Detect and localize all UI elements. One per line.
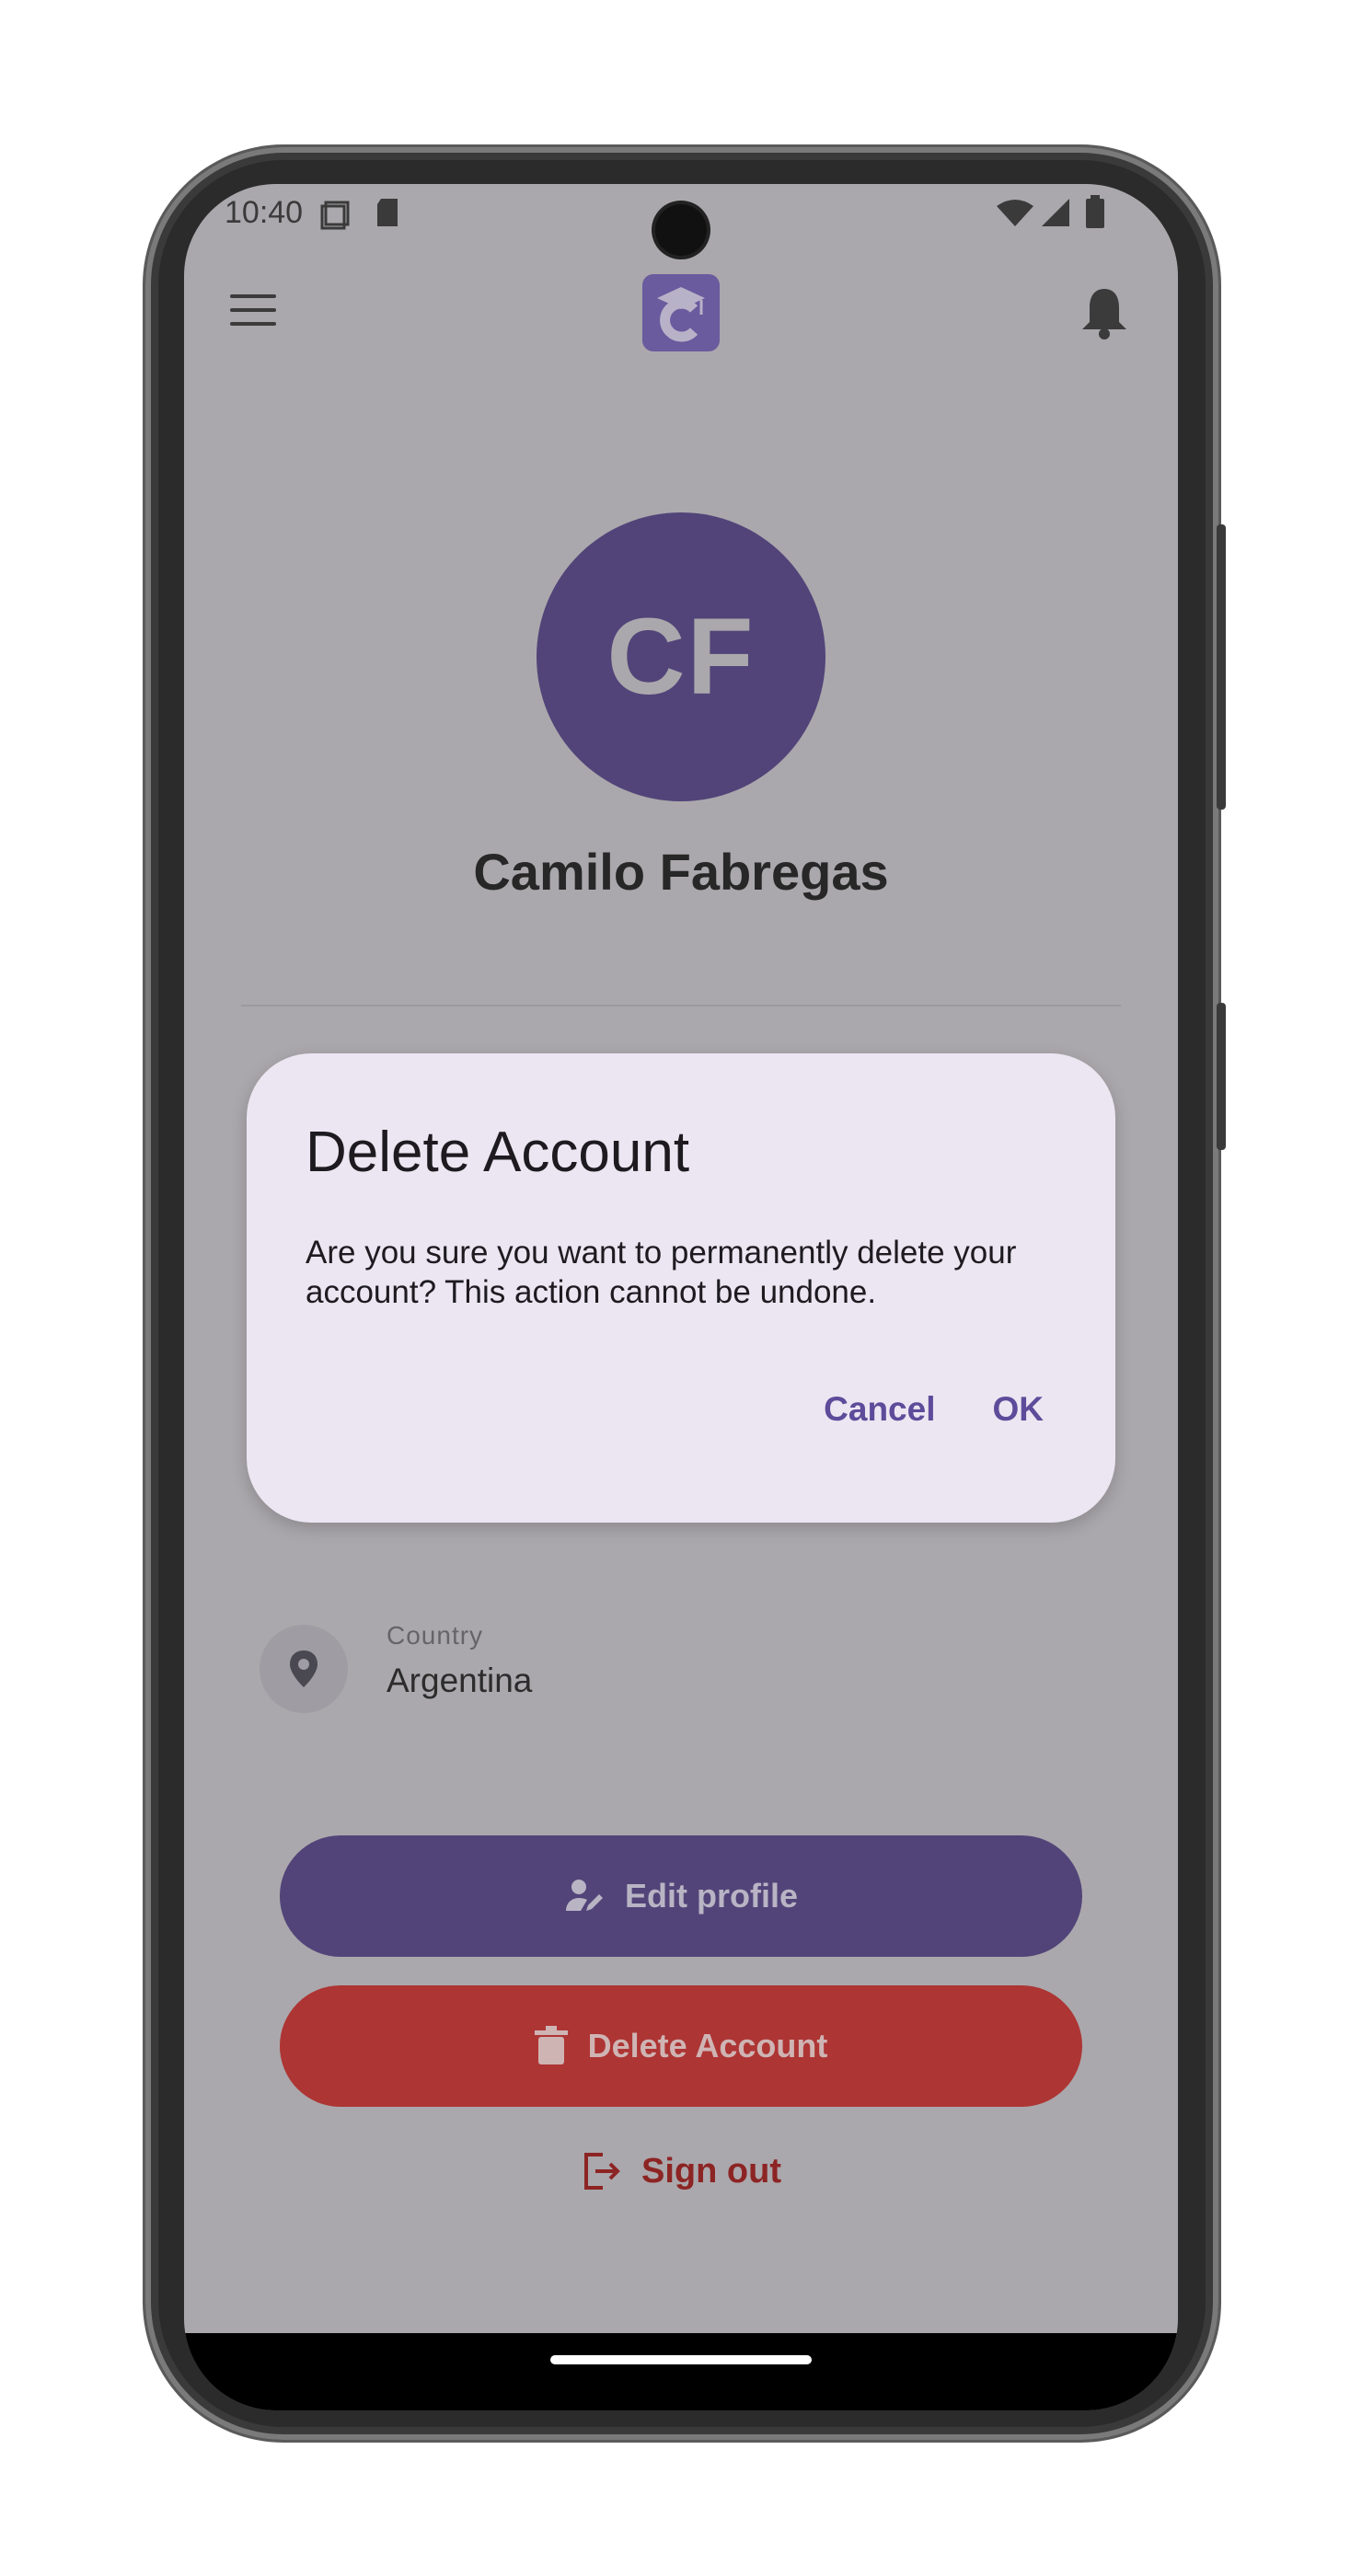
wifi-icon (997, 200, 1033, 226)
menu-icon[interactable] (230, 294, 276, 331)
info-label: Country (387, 1621, 484, 1650)
location-pin-icon (260, 1625, 348, 1713)
power-button (1217, 524, 1226, 810)
avatar: CF (537, 512, 825, 801)
cancel-button[interactable]: Cancel (824, 1390, 935, 1429)
divider (241, 1005, 1121, 1006)
delete-account-dialog: Delete Account Are you sure you want to … (247, 1053, 1115, 1523)
screenshot-icon (320, 201, 350, 230)
home-gesture-handle[interactable] (550, 2355, 812, 2364)
delete-account-label: Delete Account (587, 2027, 828, 2064)
navigation-bar (184, 2333, 1178, 2410)
edit-profile-button[interactable]: Edit profile (280, 1835, 1082, 1957)
edit-profile-label: Edit profile (625, 1877, 798, 1915)
battery-icon (1086, 195, 1104, 228)
trash-icon (534, 2026, 568, 2064)
edit-user-icon (566, 1880, 603, 1911)
volume-button (1217, 1003, 1226, 1150)
sign-out-button[interactable]: Sign out (184, 2134, 1178, 2208)
dialog-actions: Cancel OK (824, 1390, 1044, 1429)
ok-button[interactable]: OK (993, 1390, 1045, 1429)
app-screen: 10:40 CF Camilo Fabregas Country Argenti… (184, 184, 1178, 2410)
top-app-bar (184, 267, 1178, 368)
status-time: 10:40 (225, 195, 304, 230)
dialog-message: Are you sure you want to permanently del… (306, 1235, 1017, 1310)
logout-icon (584, 2153, 620, 2190)
signal-icon (1042, 199, 1069, 226)
profile-name: Camilo Fabregas (473, 843, 889, 901)
bell-icon[interactable] (1079, 285, 1130, 340)
delete-account-button[interactable]: Delete Account (280, 1985, 1082, 2107)
front-camera (655, 204, 707, 256)
app-logo-icon (642, 274, 720, 351)
sd-card-icon (377, 199, 398, 226)
dialog-title: Delete Account (306, 1121, 690, 1184)
info-value: Argentina (387, 1662, 533, 1699)
info-row-country: Country Argentina (260, 1621, 1088, 1713)
sign-out-label: Sign out (641, 2151, 781, 2191)
